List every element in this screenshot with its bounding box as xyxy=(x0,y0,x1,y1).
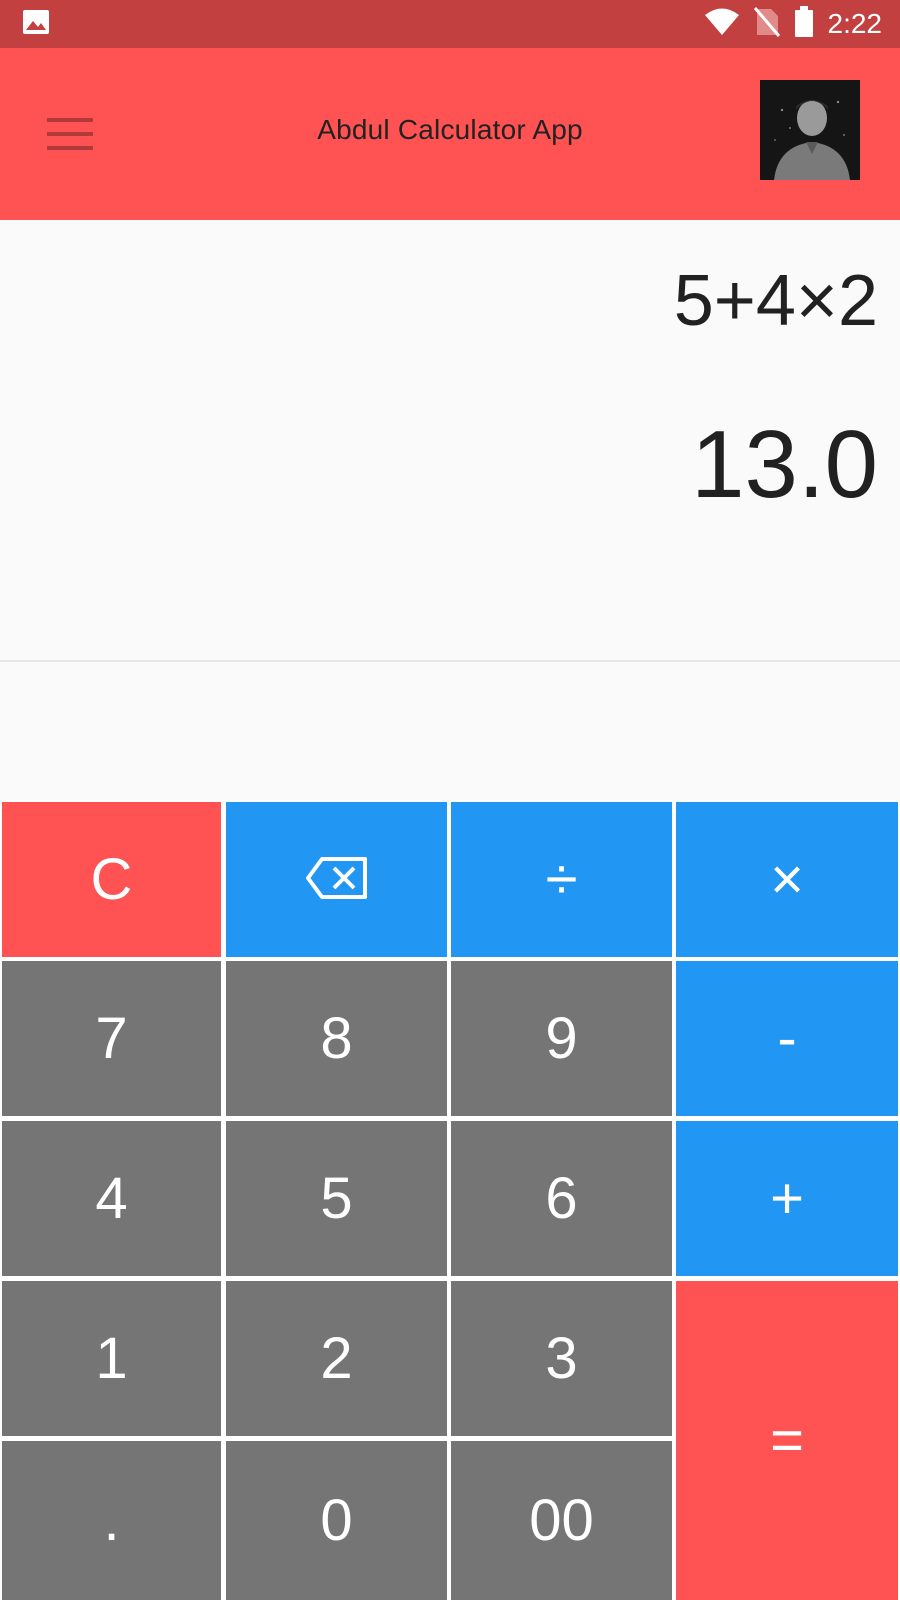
app-bar: Abdul Calculator App xyxy=(0,48,900,220)
digit-8-button[interactable]: 8 xyxy=(226,961,447,1116)
keypad: C ÷ × 7 8 9 - 4 5 6 + 1 2 3 = . 0 00 xyxy=(0,800,900,1600)
no-sim-icon xyxy=(753,6,780,42)
display-divider xyxy=(0,660,900,662)
divide-button[interactable]: ÷ xyxy=(451,802,672,957)
minus-button[interactable]: - xyxy=(676,961,898,1116)
image-icon xyxy=(22,8,50,41)
equals-button[interactable]: = xyxy=(676,1281,898,1600)
decimal-button[interactable]: . xyxy=(2,1441,221,1600)
digit-6-button[interactable]: 6 xyxy=(451,1121,672,1276)
digit-2-button[interactable]: 2 xyxy=(226,1281,447,1436)
expression-text: 5+4×2 xyxy=(673,261,878,341)
backspace-button[interactable] xyxy=(226,802,447,957)
digit-7-button[interactable]: 7 xyxy=(2,961,221,1116)
digit-3-button[interactable]: 3 xyxy=(451,1281,672,1436)
double-zero-button[interactable]: 00 xyxy=(451,1441,672,1600)
calculator-display: 5+4×2 13.0 xyxy=(0,220,900,660)
backspace-icon xyxy=(305,846,368,913)
digit-4-button[interactable]: 4 xyxy=(2,1121,221,1276)
digit-9-button[interactable]: 9 xyxy=(451,961,672,1116)
plus-button[interactable]: + xyxy=(676,1121,898,1276)
digit-5-button[interactable]: 5 xyxy=(226,1121,447,1276)
profile-avatar[interactable] xyxy=(760,80,860,180)
status-time: 2:22 xyxy=(827,8,883,39)
wifi-icon xyxy=(704,8,740,41)
clear-button[interactable]: C xyxy=(2,802,221,957)
status-bar: 2:22 xyxy=(0,0,900,48)
battery-icon xyxy=(794,5,814,43)
multiply-button[interactable]: × xyxy=(676,802,898,957)
result-text: 13.0 xyxy=(691,411,878,518)
digit-0-button[interactable]: 0 xyxy=(226,1441,447,1600)
digit-1-button[interactable]: 1 xyxy=(2,1281,221,1436)
